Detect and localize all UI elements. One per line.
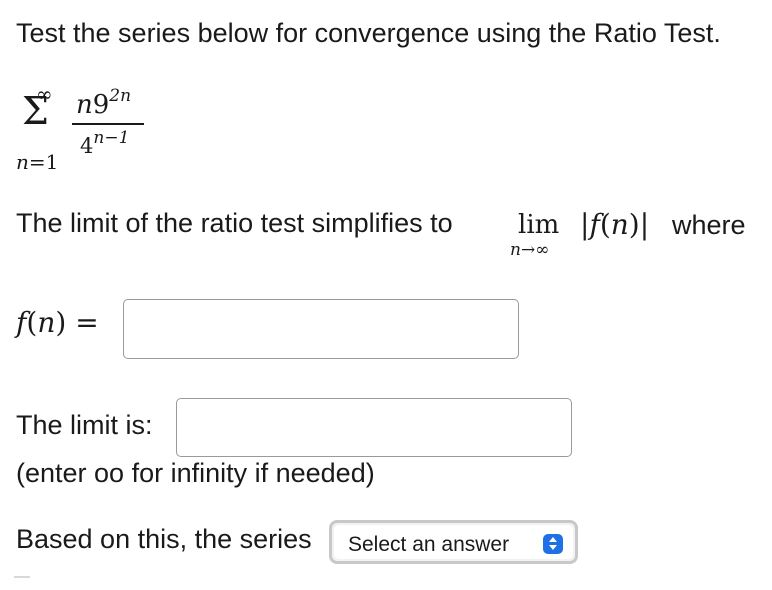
numerator-var: n bbox=[76, 90, 93, 120]
fraction-bar bbox=[72, 123, 144, 125]
series-lower-limit: n=1 bbox=[16, 150, 58, 174]
numerator-base: 9 bbox=[92, 90, 110, 120]
select-value[interactable]: Select an answer bbox=[348, 533, 509, 557]
chevron-up-icon bbox=[549, 537, 557, 542]
lim-label: lim bbox=[518, 210, 560, 240]
limit-answer-input[interactable] bbox=[176, 398, 572, 457]
series-expression: ∞ Σ n=1 n92n 4n−1 bbox=[14, 82, 174, 182]
fn-n-symbol: n bbox=[37, 306, 56, 339]
denominator-base: 4 bbox=[80, 134, 94, 158]
abs-close: | bbox=[639, 208, 650, 241]
fn-paren-open: ( bbox=[26, 306, 38, 339]
abs-f-of-n: |f(n)| bbox=[580, 208, 649, 241]
conclusion-label: Based on this, the series bbox=[16, 524, 312, 554]
n-symbol: n bbox=[610, 208, 629, 241]
infinity-hint: (enter oo for infinity if needed) bbox=[16, 458, 375, 488]
sigma-symbol: Σ bbox=[22, 89, 49, 133]
divider-mark bbox=[14, 576, 30, 578]
select-inner[interactable]: Select an answer bbox=[334, 525, 573, 559]
limit-intro-text: The limit of the ratio test simplifies t… bbox=[16, 208, 453, 238]
series-numerator: n92n bbox=[76, 86, 131, 120]
fn-paren-close: ) bbox=[55, 306, 67, 339]
numerator-exponent: 2n bbox=[109, 86, 132, 106]
denominator-exponent: n−1 bbox=[93, 128, 130, 148]
fn-answer-input[interactable] bbox=[123, 299, 519, 359]
series-lower-var: n bbox=[16, 150, 29, 174]
series-lower-eq: =1 bbox=[28, 150, 59, 174]
up-down-chevron-icon[interactable] bbox=[543, 534, 563, 554]
paren-close: ) bbox=[628, 208, 640, 241]
fn-f-symbol: f bbox=[16, 306, 27, 339]
fn-equals: = bbox=[66, 306, 99, 339]
limit-label: The limit is: bbox=[16, 410, 153, 440]
convergence-select[interactable]: Select an answer bbox=[329, 520, 578, 564]
fn-label: f(n) = bbox=[16, 306, 99, 339]
chevron-down-icon bbox=[549, 545, 557, 550]
lim-subscript: n→∞ bbox=[510, 240, 550, 260]
f-symbol: f bbox=[589, 208, 600, 241]
limit-operator: lim n→∞ bbox=[510, 210, 580, 262]
paren-open: ( bbox=[599, 208, 611, 241]
where-text: where bbox=[672, 210, 746, 240]
question-text: Test the series below for convergence us… bbox=[16, 18, 721, 48]
series-denominator: 4n−1 bbox=[80, 128, 129, 158]
